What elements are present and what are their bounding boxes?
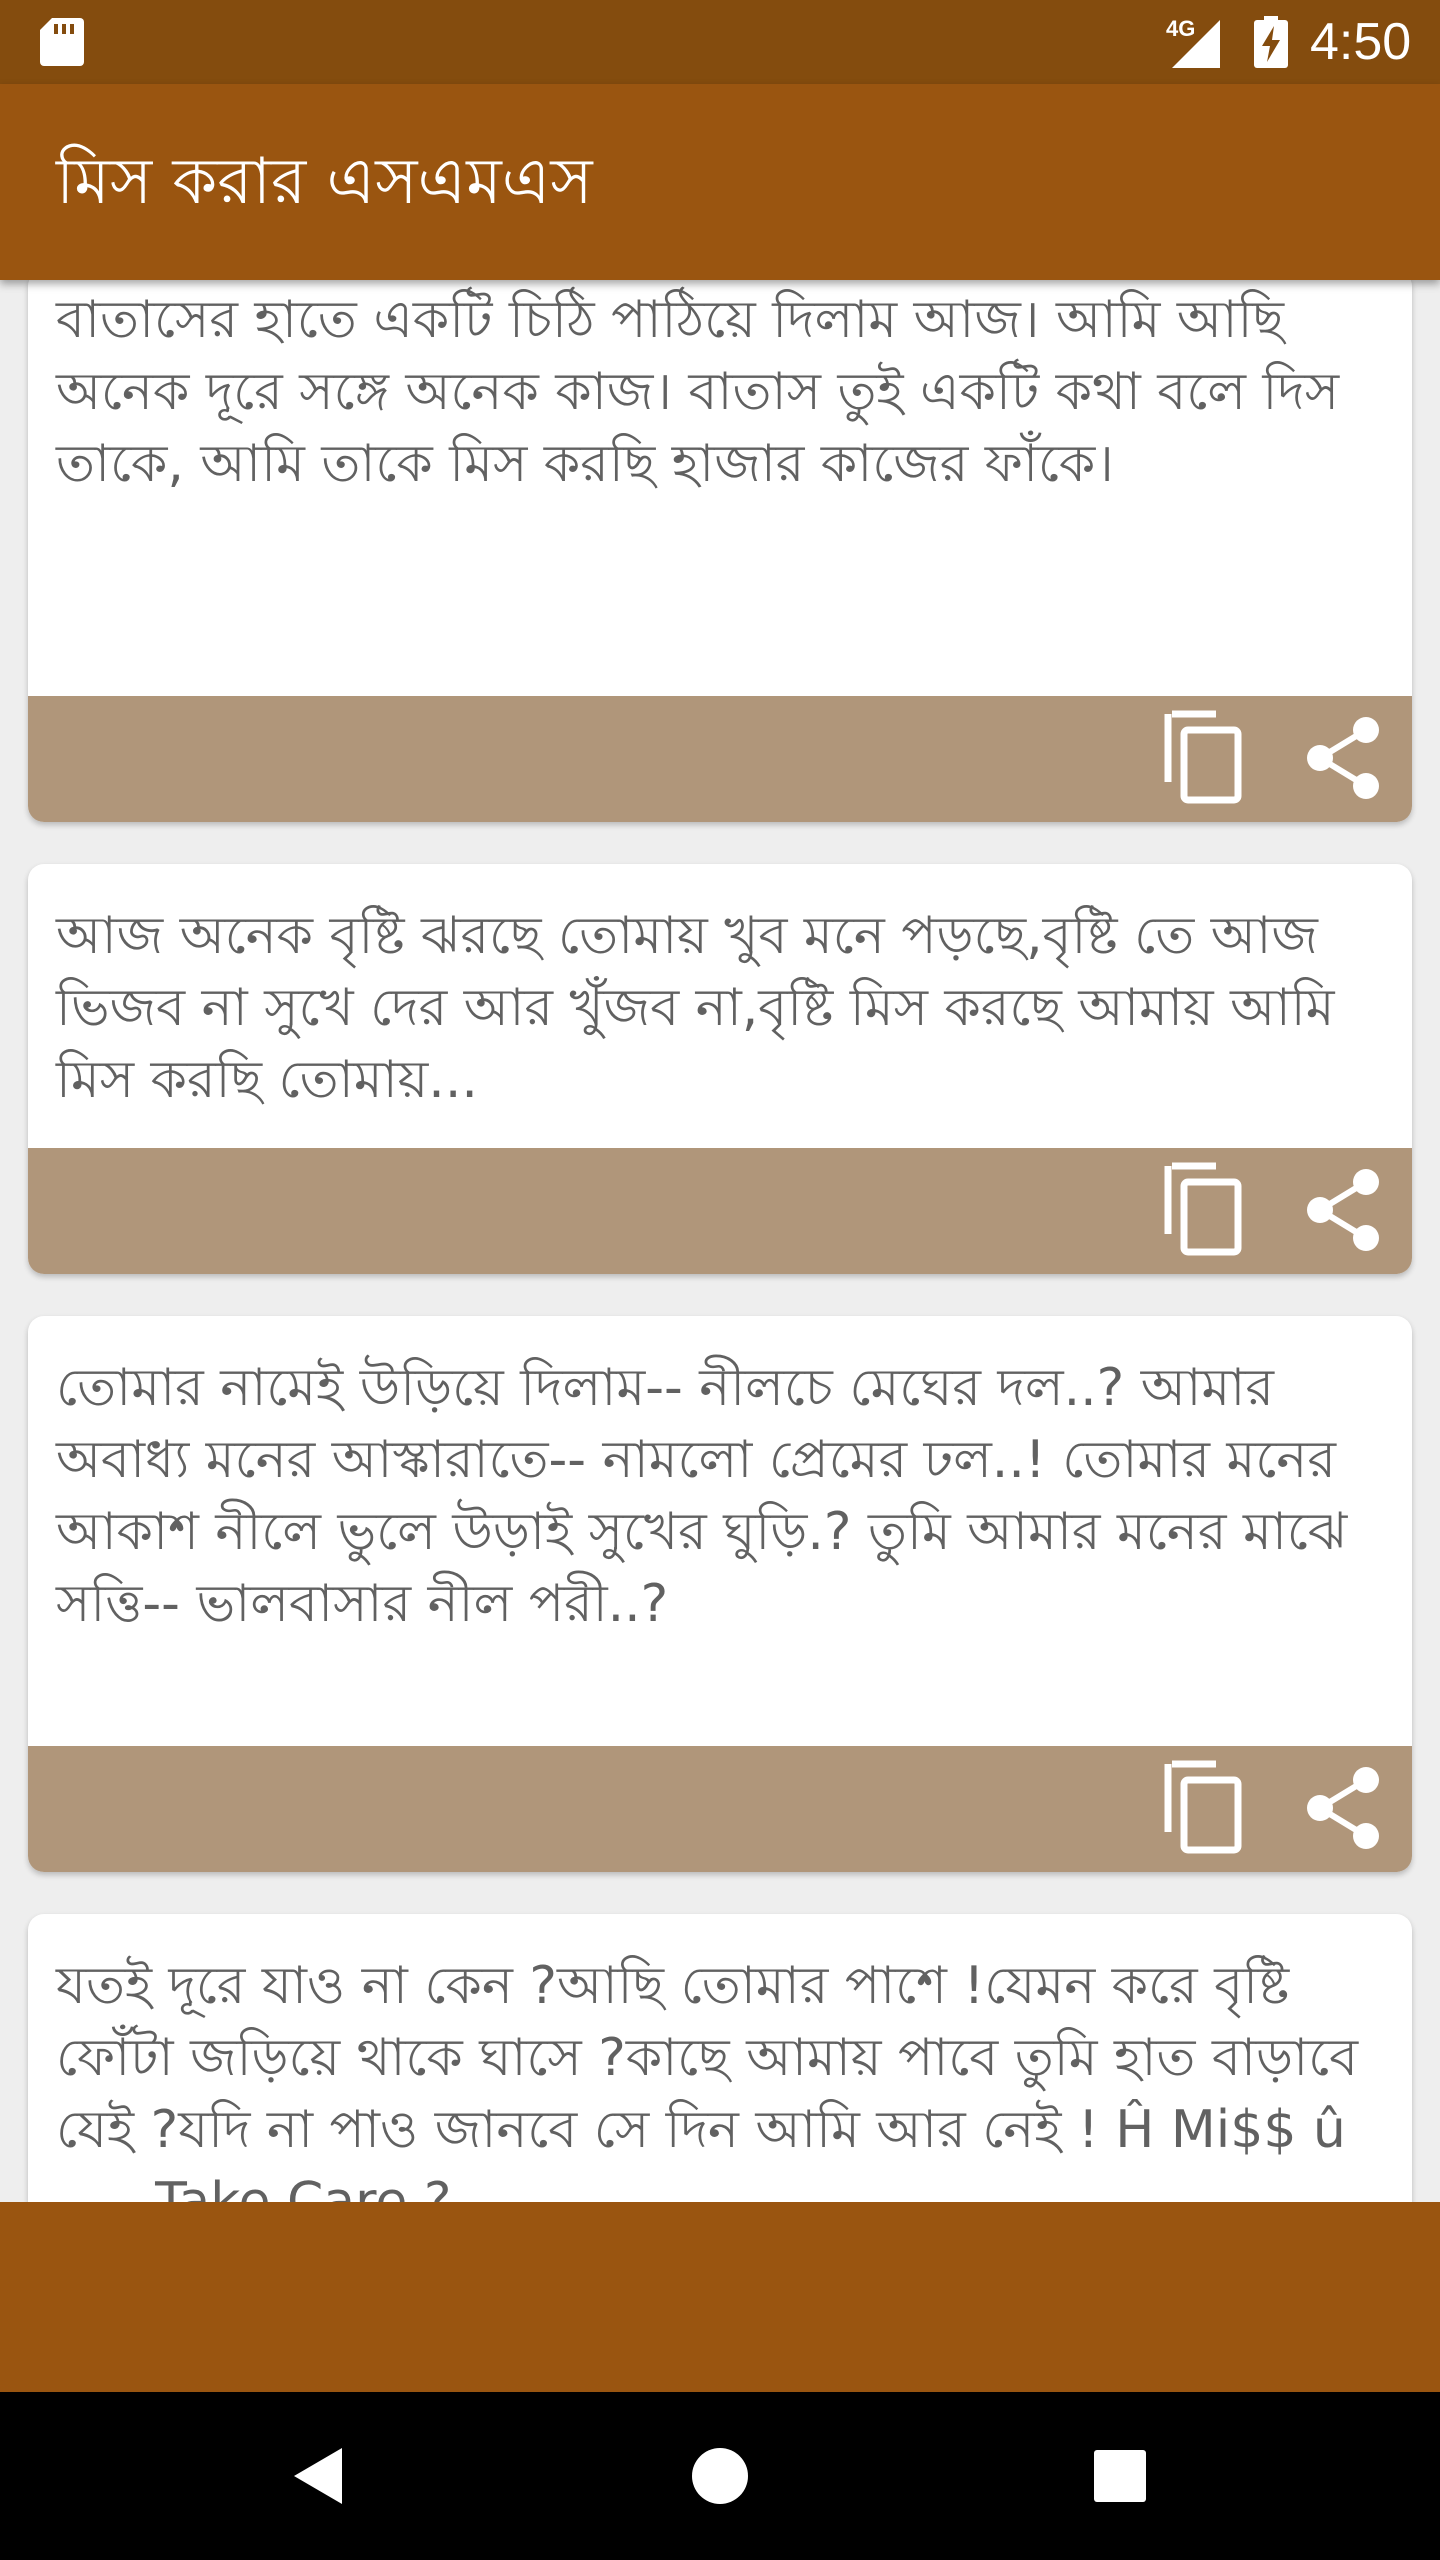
message-text: বাতাসের হাতে একটি চিঠি পাঠিয়ে দিলাম আজ।… xyxy=(56,290,1340,494)
app-bar: মিস করার এসএমএস xyxy=(0,84,1440,280)
share-button[interactable] xyxy=(1296,1162,1392,1258)
message-text: আজ অনেক বৃষ্টি ঝরছে তোমায় খুব মনে পড়ছে… xyxy=(56,906,1335,1110)
card-action-bar xyxy=(28,1148,1412,1274)
card-action-bar xyxy=(28,696,1412,822)
share-button[interactable] xyxy=(1296,1760,1392,1856)
copy-button[interactable] xyxy=(1156,710,1252,806)
message-card: তোমার নামেই উড়িয়ে দিলাম-- নীলচে মেঘের … xyxy=(28,1316,1412,1872)
share-icon xyxy=(1307,1169,1379,1251)
bottom-banner xyxy=(0,2202,1440,2392)
message-list[interactable]: বাতাসের হাতে একটি চিঠি পাঠিয়ে দিলাম আজ।… xyxy=(0,280,1440,2202)
back-icon[interactable] xyxy=(280,2436,360,2516)
copy-icon xyxy=(1164,1162,1242,1256)
signal-icon xyxy=(1172,20,1220,68)
clock: 4:50 xyxy=(1310,13,1412,71)
recents-icon[interactable] xyxy=(1080,2436,1160,2516)
message-card: বাতাসের হাতে একটি চিঠি পাঠিয়ে দিলাম আজ।… xyxy=(28,280,1412,822)
home-icon[interactable] xyxy=(680,2436,760,2516)
copy-icon xyxy=(1164,710,1242,804)
share-icon xyxy=(1307,717,1379,799)
share-button[interactable] xyxy=(1296,710,1392,806)
copy-button[interactable] xyxy=(1156,1162,1252,1258)
page-title: মিস করার এসএমএস xyxy=(56,145,593,219)
navigation-bar xyxy=(0,2392,1440,2560)
card-action-bar xyxy=(28,1746,1412,1872)
copy-icon xyxy=(1164,1760,1242,1854)
message-text: যতই দূরে যাও না কেন ?আছি তোমার পাশে !যেম… xyxy=(56,1956,1359,2202)
status-bar: 4G 4:50 xyxy=(0,0,1440,84)
battery-charging-icon xyxy=(1254,16,1288,68)
sd-card-icon xyxy=(40,18,84,66)
message-card: আজ অনেক বৃষ্টি ঝরছে তোমায় খুব মনে পড়ছে… xyxy=(28,864,1412,1274)
share-icon xyxy=(1307,1767,1379,1849)
message-text: তোমার নামেই উড়িয়ে দিলাম-- নীলচে মেঘের … xyxy=(56,1358,1348,1634)
message-card: যতই দূরে যাও না কেন ?আছি তোমার পাশে !যেম… xyxy=(28,1914,1412,2202)
copy-button[interactable] xyxy=(1156,1760,1252,1856)
